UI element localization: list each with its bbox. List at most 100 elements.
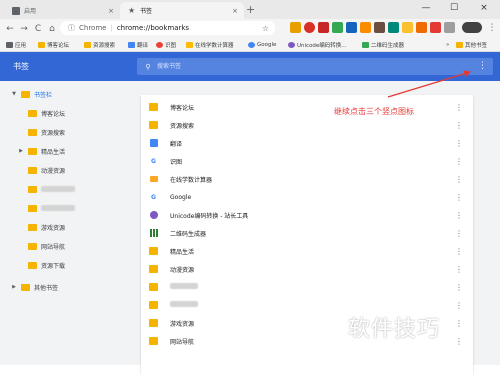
list-item[interactable]: 在线学数计算器 ⋮	[141, 170, 473, 188]
extension-icon[interactable]	[402, 22, 413, 33]
extension-icon[interactable]	[444, 22, 455, 33]
profile-avatar[interactable]	[462, 22, 482, 33]
extension-icon[interactable]	[332, 22, 343, 33]
reload-button[interactable]: C	[31, 24, 45, 34]
expand-arrow-icon[interactable]: ▼	[11, 91, 17, 97]
tree-item-redacted[interactable]	[28, 202, 75, 214]
list-item[interactable]: 精品生活 ⋮	[141, 242, 473, 260]
tab-title: 启用	[24, 8, 37, 15]
tree-item[interactable]: ▶ 精品生活	[18, 145, 65, 157]
list-item-redacted[interactable]: ⋮	[141, 278, 473, 296]
folder-tree: ▼ 书签栏 博客论坛 资源搜索 ▶ 精品生活 动漫资源 游戏资源 网站导航 资源…	[0, 81, 135, 365]
row-more-icon[interactable]: ⋮	[455, 229, 463, 238]
tree-item[interactable]: 游戏资源	[28, 221, 65, 233]
home-button[interactable]: ⌂	[45, 24, 59, 34]
list-item[interactable]: G 识图 ⋮	[141, 152, 473, 170]
bookmark-apps[interactable]: 应用	[6, 39, 26, 50]
row-more-icon[interactable]: ⋮	[455, 157, 463, 166]
bookmark-item[interactable]: 二维码生成器	[362, 39, 404, 50]
bookmark-item[interactable]: 资源搜索	[84, 39, 115, 50]
list-item[interactable]: 博客论坛 ⋮	[141, 98, 473, 116]
tree-item[interactable]: 网站导航	[28, 240, 65, 252]
row-more-icon[interactable]: ⋮	[455, 103, 463, 112]
search-input[interactable]	[155, 62, 359, 71]
tree-item[interactable]: 博客论坛	[28, 107, 65, 119]
tab-close-icon[interactable]: ×	[108, 7, 114, 15]
folder-icon	[28, 261, 37, 269]
extension-icon[interactable]	[304, 22, 315, 33]
row-more-icon[interactable]: ⋮	[455, 211, 463, 220]
scrollbar[interactable]	[494, 81, 500, 365]
bookmark-more[interactable]: »	[446, 39, 449, 50]
bookmark-item[interactable]: 在线学数计算器	[186, 39, 234, 50]
browser-menu-icon[interactable]: ⋮	[485, 23, 499, 33]
address-url: chrome://bookmarks	[116, 24, 190, 32]
row-more-icon[interactable]: ⋮	[455, 193, 463, 202]
bookmark-search[interactable]: ⚲	[137, 58, 493, 75]
row-more-icon[interactable]: ⋮	[455, 337, 463, 346]
extension-icon[interactable]	[318, 22, 329, 33]
list-item[interactable]: Unicode编码转换 - 站长工具 ⋮	[141, 206, 473, 224]
tab-apps[interactable]: 启用 ×	[4, 2, 120, 19]
extension-icon[interactable]	[346, 22, 357, 33]
row-more-icon[interactable]: ⋮	[455, 139, 463, 148]
more-actions-icon[interactable]: ⋮	[478, 60, 487, 73]
list-item-title: Unicode编码转换 - 站长工具	[170, 212, 249, 220]
row-more-icon[interactable]: ⋮	[455, 247, 463, 256]
row-more-icon[interactable]: ⋮	[455, 319, 463, 328]
forward-button[interactable]: →	[17, 24, 31, 34]
tree-item-label: 动漫资源	[41, 167, 66, 175]
folder-icon	[28, 147, 37, 155]
tab-close-icon[interactable]: ×	[232, 7, 238, 15]
folder-icon	[21, 90, 30, 98]
extension-icon[interactable]	[430, 22, 441, 33]
bookmark-item[interactable]: Google	[248, 39, 276, 50]
new-tab-button[interactable]: +	[246, 3, 255, 16]
tree-item-redacted[interactable]	[28, 183, 75, 195]
bookmark-star-icon[interactable]: ☆	[262, 24, 269, 33]
folder-icon	[456, 41, 463, 48]
extension-icon[interactable]	[290, 22, 301, 33]
list-item[interactable]: 翻译 ⋮	[141, 134, 473, 152]
watermark: 软件技巧	[348, 317, 441, 342]
tree-item[interactable]: 动漫资源	[28, 164, 65, 176]
expand-arrow-icon[interactable]: ▶	[18, 148, 24, 154]
list-item[interactable]: 二维码生成器 ⋮	[141, 224, 473, 242]
bookmark-label: 博客论坛	[47, 42, 70, 49]
extension-icon[interactable]	[360, 22, 371, 33]
row-more-icon[interactable]: ⋮	[455, 301, 463, 310]
extension-icon[interactable]	[374, 22, 385, 33]
window-close-button[interactable]: ×	[468, 0, 500, 19]
tree-item-label: 书签栏	[34, 91, 53, 99]
expand-arrow-icon[interactable]: ▶	[11, 284, 17, 290]
folder-icon	[28, 204, 37, 212]
list-item[interactable]: 动漫资源 ⋮	[141, 260, 473, 278]
tab-bookmarks[interactable]: ★ 书签 ×	[120, 2, 244, 19]
row-more-icon[interactable]: ⋮	[455, 175, 463, 184]
bookmark-item[interactable]: Unicode编码转换...	[288, 39, 347, 50]
extension-icon[interactable]	[388, 22, 399, 33]
row-more-icon[interactable]: ⋮	[455, 265, 463, 274]
bookmarks-header: 书签 ⚲ ⋮	[0, 52, 500, 81]
extension-icon[interactable]	[416, 22, 427, 33]
address-divider: |	[110, 24, 113, 32]
address-bar[interactable]: ⓘ Chrome | chrome://bookmarks ☆	[60, 21, 275, 35]
tree-item[interactable]: 资源下载	[28, 259, 65, 271]
folder-icon	[149, 301, 158, 310]
apps-icon	[12, 6, 20, 15]
list-item[interactable]: G Google ⋮	[141, 188, 473, 206]
back-button[interactable]: ←	[3, 24, 17, 34]
tree-item-other-bookmarks[interactable]: ▶ 其他书签	[11, 281, 58, 293]
bookmark-item[interactable]: 博客论坛	[38, 39, 69, 50]
row-more-icon[interactable]: ⋮	[455, 121, 463, 130]
bookmark-item[interactable]: 翻译	[128, 39, 148, 50]
bookmark-other[interactable]: 其他书签	[456, 39, 487, 50]
minimize-button[interactable]: —	[412, 0, 440, 19]
bookmark-item[interactable]: 识图	[156, 39, 176, 50]
tree-item[interactable]: 资源搜索	[28, 126, 65, 138]
maximize-button[interactable]: ☐	[440, 0, 468, 19]
tree-item-bookmarks-bar[interactable]: ▼ 书签栏	[11, 88, 52, 100]
list-item[interactable]: 资源搜索 ⋮	[141, 116, 473, 134]
folder-icon	[149, 103, 158, 112]
row-more-icon[interactable]: ⋮	[455, 283, 463, 292]
